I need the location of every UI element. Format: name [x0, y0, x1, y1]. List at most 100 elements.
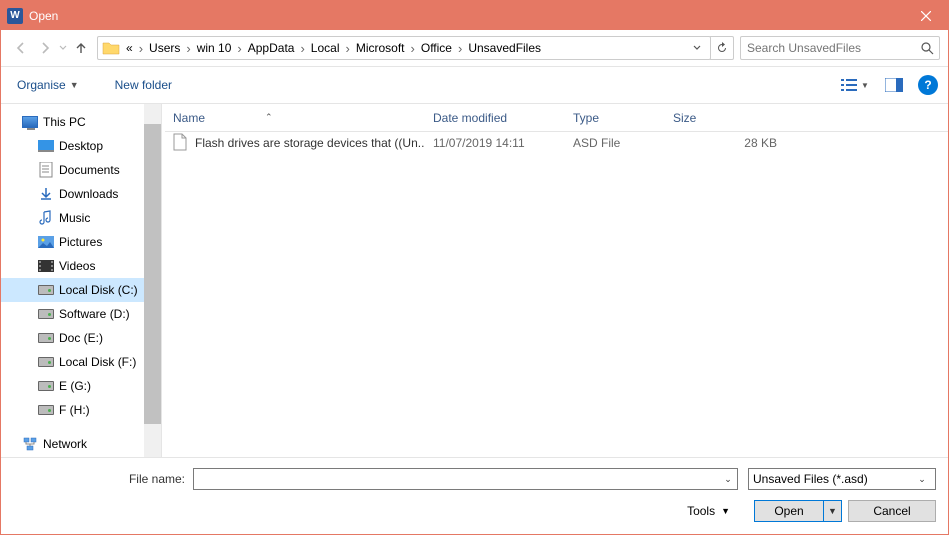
back-button[interactable]	[9, 36, 33, 60]
tree-local-disk-c[interactable]: Local Disk (C:)	[1, 278, 161, 302]
column-header-name[interactable]: Name ⌃	[165, 104, 425, 131]
drive-icon	[37, 405, 55, 415]
filename-combo[interactable]: ⌄	[193, 468, 738, 490]
file-type-filter[interactable]: Unsaved Files (*.asd) ⌄	[748, 468, 936, 490]
videos-icon	[37, 260, 55, 272]
file-type: ASD File	[565, 136, 665, 150]
address-bar[interactable]: « Users win 10 AppData Local Microsoft O…	[97, 36, 711, 60]
file-size: 28 KB	[665, 136, 785, 150]
tree-drive-g[interactable]: E (G:)	[1, 374, 161, 398]
scrollbar-track[interactable]	[144, 104, 161, 457]
drive-icon	[37, 285, 55, 295]
breadcrumb-item[interactable]: AppData	[244, 37, 299, 59]
title-bar: W Open	[1, 1, 948, 30]
organise-button[interactable]: Organise ▼	[11, 74, 85, 96]
breadcrumb-item[interactable]: Office	[417, 37, 456, 59]
chevron-right-icon	[137, 41, 145, 56]
drive-icon	[37, 309, 55, 319]
file-list[interactable]: Flash drives are storage devices that ((…	[165, 132, 948, 457]
forward-button[interactable]	[33, 36, 57, 60]
view-details-icon	[841, 78, 857, 92]
tree-downloads[interactable]: Downloads	[1, 182, 161, 206]
filename-label: File name:	[13, 472, 193, 486]
tree-network[interactable]: Network	[1, 432, 161, 456]
bottom-panel: File name: ⌄ Unsaved Files (*.asd) ⌄ Too…	[1, 457, 948, 534]
chevron-down-icon	[693, 44, 701, 52]
close-icon	[921, 11, 931, 21]
preview-pane-button[interactable]	[880, 73, 908, 97]
tree-software-d[interactable]: Software (D:)	[1, 302, 161, 326]
breadcrumb-item[interactable]: Microsoft	[352, 37, 409, 59]
pictures-icon	[37, 236, 55, 248]
chevron-right-icon	[343, 41, 351, 56]
tree-videos[interactable]: Videos	[1, 254, 161, 278]
file-name: Flash drives are storage devices that ((…	[195, 136, 425, 150]
file-date: 11/07/2019 14:11	[425, 136, 565, 150]
file-icon	[173, 133, 189, 153]
search-icon	[915, 42, 939, 55]
file-type-label: Unsaved Files (*.asd)	[753, 472, 913, 486]
drive-icon	[37, 333, 55, 343]
column-headers: Name ⌃ Date modified Type Size	[165, 104, 948, 132]
open-label: Open	[755, 504, 823, 518]
folder-icon	[102, 40, 120, 56]
refresh-icon	[716, 42, 728, 54]
tree-documents[interactable]: Documents	[1, 158, 161, 182]
tree-label: F (H:)	[59, 403, 90, 417]
chevron-down-icon[interactable]: ⌄	[719, 474, 737, 485]
column-header-size[interactable]: Size	[665, 104, 785, 131]
breadcrumb-item[interactable]: Users	[145, 37, 184, 59]
tree-desktop[interactable]: Desktop	[1, 134, 161, 158]
cancel-button[interactable]: Cancel	[848, 500, 936, 522]
file-row[interactable]: Flash drives are storage devices that ((…	[165, 132, 948, 154]
tree-label: Documents	[59, 163, 120, 177]
chevron-down-icon	[59, 44, 67, 52]
breadcrumb-overflow[interactable]: «	[122, 37, 137, 59]
tree-drive-h[interactable]: F (H:)	[1, 398, 161, 422]
tree-doc-e[interactable]: Doc (E:)	[1, 326, 161, 350]
main-area: This PC Desktop Documents Downloads Musi…	[1, 104, 948, 457]
search-box[interactable]	[740, 36, 940, 60]
breadcrumb-item[interactable]: UnsavedFiles	[464, 37, 545, 59]
navigation-tree[interactable]: This PC Desktop Documents Downloads Musi…	[1, 104, 161, 457]
splitter[interactable]	[161, 104, 165, 457]
organise-label: Organise	[17, 78, 66, 92]
tree-pictures[interactable]: Pictures	[1, 230, 161, 254]
filename-input[interactable]	[194, 472, 719, 486]
tree-local-disk-f[interactable]: Local Disk (F:)	[1, 350, 161, 374]
breadcrumb-item[interactable]: win 10	[193, 37, 236, 59]
address-history-button[interactable]	[688, 44, 706, 52]
search-input[interactable]	[741, 41, 915, 55]
breadcrumb-item[interactable]: Local	[307, 37, 344, 59]
toolbar: Organise ▼ New folder ▼ ?	[1, 67, 948, 103]
column-header-date[interactable]: Date modified	[425, 104, 565, 131]
tree-label: Pictures	[59, 235, 102, 249]
close-button[interactable]	[903, 1, 948, 30]
recent-locations-button[interactable]	[57, 44, 69, 52]
open-button[interactable]: Open ▼	[754, 500, 842, 522]
arrow-up-icon	[74, 41, 88, 55]
chevron-right-icon	[409, 41, 417, 56]
view-mode-button[interactable]: ▼	[834, 73, 876, 97]
refresh-button[interactable]	[710, 36, 734, 60]
new-folder-label: New folder	[115, 78, 172, 92]
chevron-right-icon	[184, 41, 192, 56]
tree-label: Network	[43, 437, 87, 451]
tree-label: Music	[59, 211, 90, 225]
open-split-button[interactable]: ▼	[823, 501, 841, 521]
downloads-icon	[37, 187, 55, 201]
tree-music[interactable]: Music	[1, 206, 161, 230]
new-folder-button[interactable]: New folder	[109, 74, 178, 96]
scrollbar-thumb[interactable]	[144, 124, 161, 424]
column-header-type[interactable]: Type	[565, 104, 665, 131]
nav-row: « Users win 10 AppData Local Microsoft O…	[1, 30, 948, 66]
chevron-down-icon: ▼	[721, 506, 730, 516]
up-button[interactable]	[69, 36, 93, 60]
pc-icon	[21, 116, 39, 128]
tools-button[interactable]: Tools ▼	[687, 504, 730, 518]
arrow-left-icon	[14, 41, 28, 55]
window-title: Open	[29, 9, 903, 23]
help-button[interactable]: ?	[918, 75, 938, 95]
tree-this-pc[interactable]: This PC	[1, 110, 161, 134]
tree-label: E (G:)	[59, 379, 91, 393]
